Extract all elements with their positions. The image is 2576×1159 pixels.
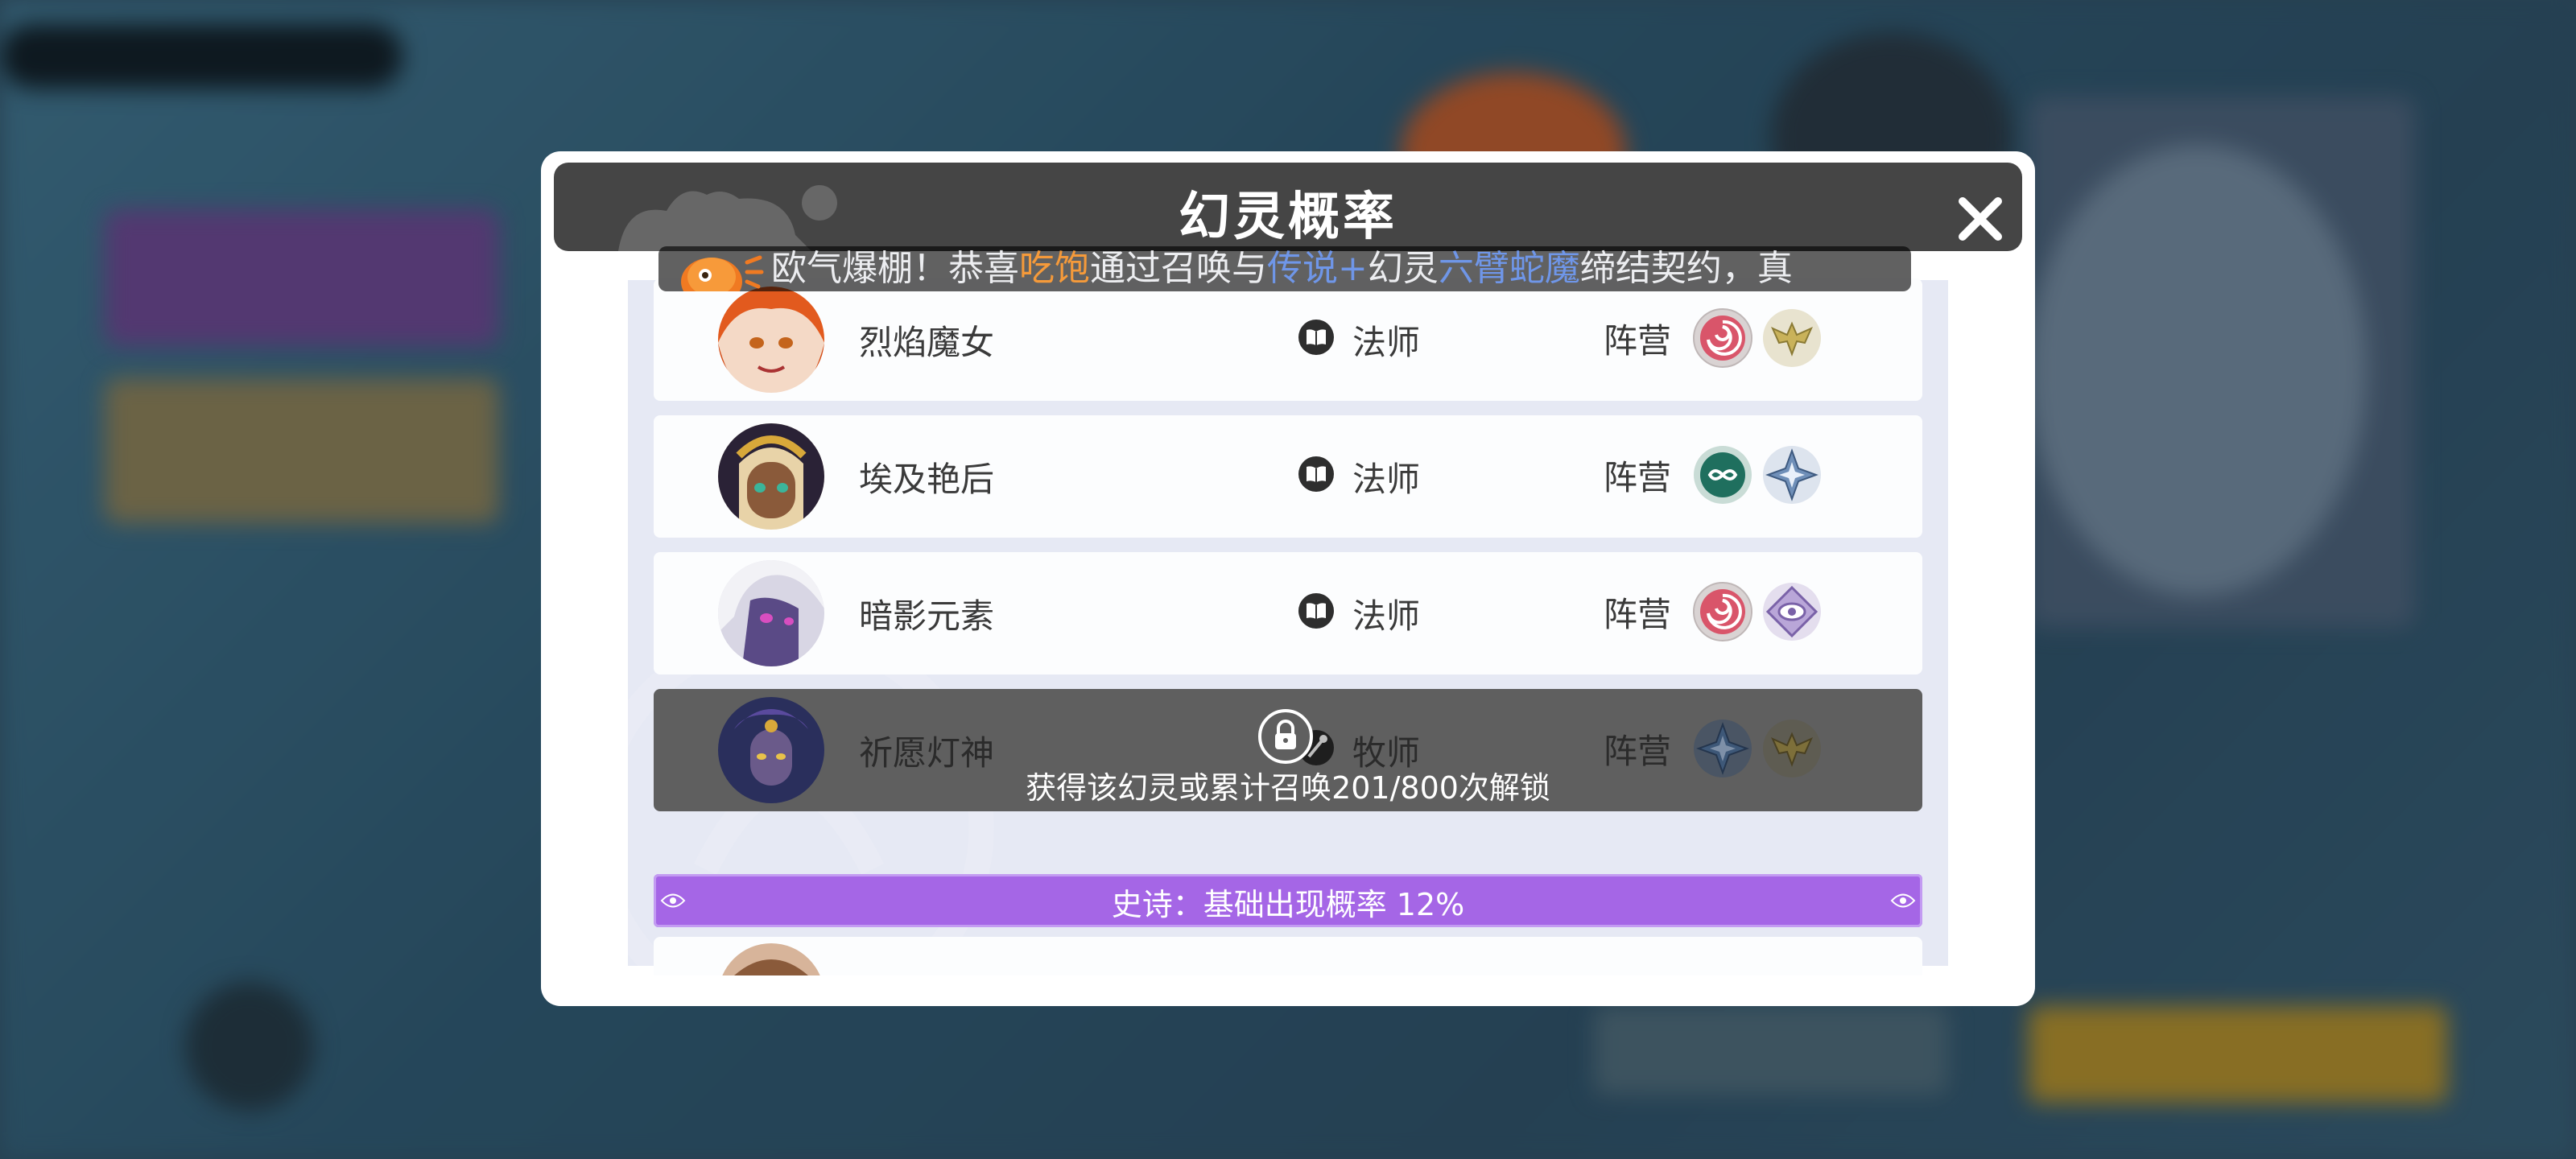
unlock-hint: 获得该幻灵或累计召唤201/800次解锁 [1026,770,1550,806]
spirit-role: 法师 [1352,323,1421,362]
lock-icon [1258,709,1313,764]
summon-announcement: 欧气爆棚！恭喜吃饱通过召唤与传说+幻灵六臂蛇魔缔结契约，真 [658,246,1911,291]
spirit-role: 法师 [1352,596,1421,636]
book-icon [1298,456,1334,492]
avatar [718,560,824,666]
spirit-row[interactable] [654,937,1922,975]
dialog-title: 幻灵概率 [1179,188,1397,247]
swirl-red-icon[interactable] [1692,581,1753,642]
faction-label: 阵营 [1604,595,1672,634]
ornament-right-icon [1890,893,1916,908]
infinity-green-icon[interactable] [1692,444,1753,505]
star-blue-icon[interactable] [1761,444,1823,505]
announcement-text: 欧气爆棚！恭喜吃饱通过召唤与传说+幻灵六臂蛇魔缔结契约，真 [771,246,1793,291]
announcement-part: 幻灵 [1367,248,1439,289]
spirit-row[interactable]: 烈焰魔女 法师 阵营 [654,278,1922,401]
tier-label: 史诗：基础出现概率 12% [1111,887,1465,922]
slime-mascot-icon [681,255,764,291]
spirit-row-locked[interactable]: 祈愿灯神 牧师 阵营 获得该幻灵或累计召唤201/800次解锁 [654,689,1922,811]
spirit-name: 烈焰魔女 [859,323,995,362]
dialog-header: 幻灵概率 [554,163,2022,251]
spirit-name-highlight: 六臂蛇魔 [1438,248,1580,289]
spirit-role: 法师 [1352,460,1421,499]
close-button[interactable] [1946,185,2014,253]
book-icon [1298,320,1334,355]
announcement-part: 通过召唤与 [1090,248,1267,289]
book-icon [1298,593,1334,629]
faction-label: 阵营 [1604,458,1672,497]
avatar [718,287,824,393]
rarity-label: 传说+ [1267,248,1368,289]
faction-label: 阵营 [1604,321,1672,361]
tier-header-epic: 史诗：基础出现概率 12% [654,874,1922,927]
spirit-row[interactable]: 暗影元素 法师 阵营 [654,552,1922,674]
close-icon [1959,197,2002,241]
wings-gold-icon[interactable] [1761,307,1823,369]
spirit-name: 埃及艳后 [859,460,995,499]
announcement-part: 缔结契约，真 [1579,248,1793,289]
avatar [718,943,824,975]
announcement-part: 欧气爆棚！恭喜 [771,248,1019,289]
avatar [718,423,824,530]
spirit-name: 暗影元素 [859,596,995,636]
player-name: 吃饱 [1019,248,1090,289]
spirit-row[interactable]: 埃及艳后 法师 阵营 [654,415,1922,538]
eye-purple-icon[interactable] [1761,581,1823,642]
swirl-red-icon[interactable] [1692,307,1753,369]
